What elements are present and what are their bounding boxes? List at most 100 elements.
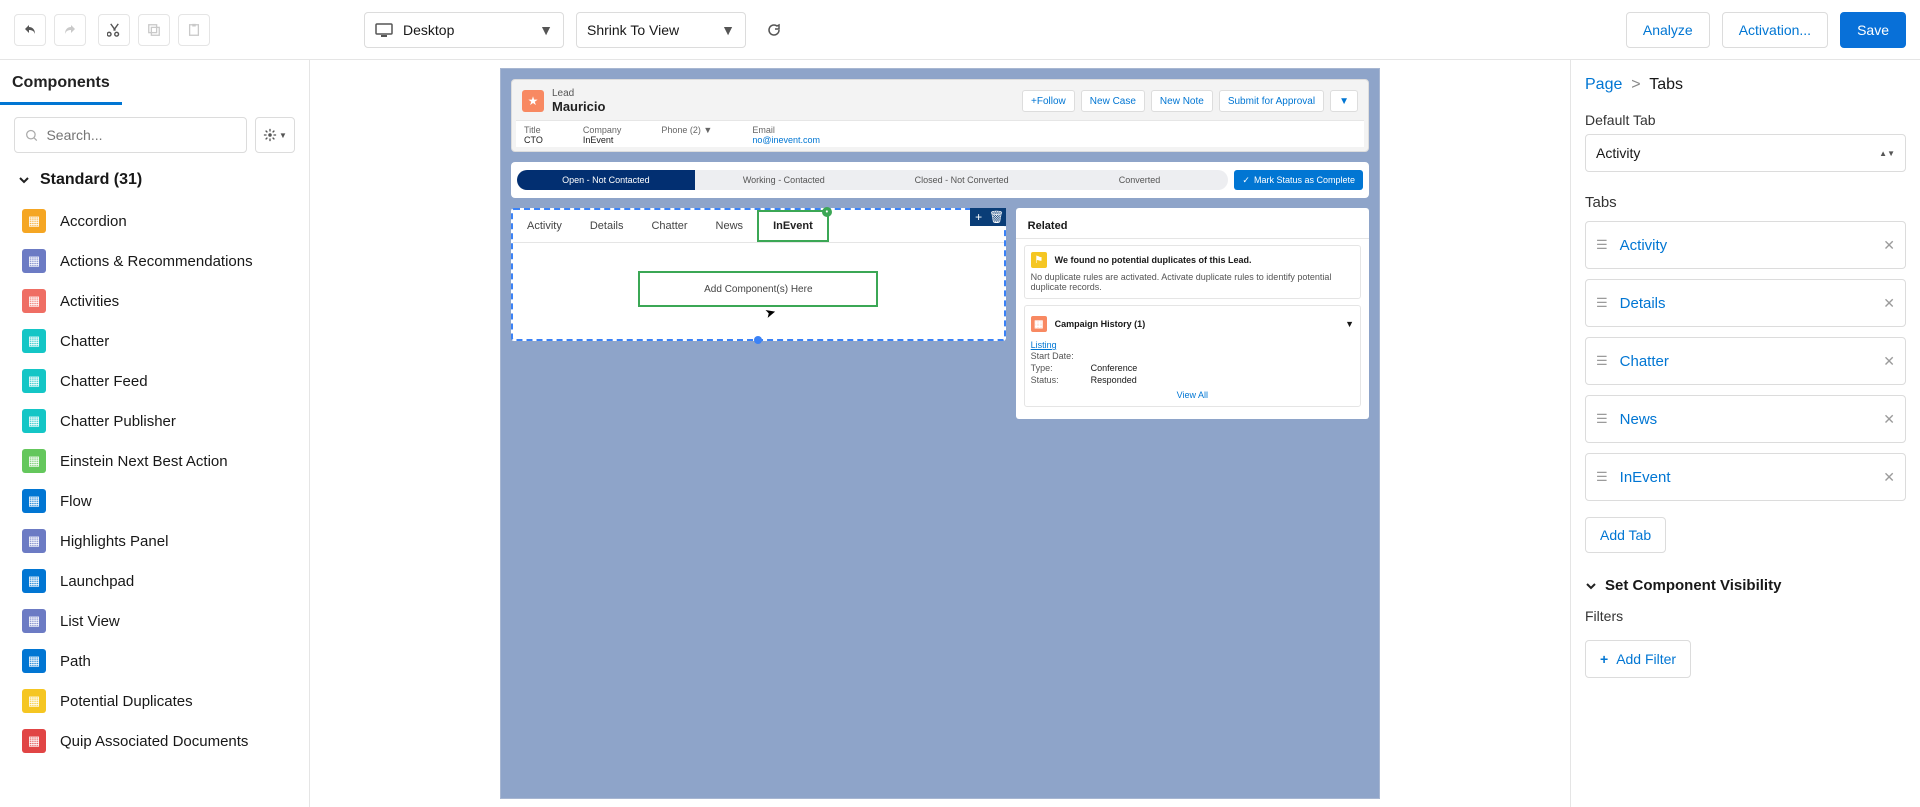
canvas-area: ★ Lead Mauricio + Follow New Case New No… — [310, 60, 1570, 807]
search-icon — [25, 128, 38, 143]
default-tab-label: Default Tab — [1585, 112, 1906, 128]
breadcrumb: Page > Tabs — [1585, 76, 1906, 94]
top-toolbar: Desktop ▼ Shrink To View ▼ Analyze Activ… — [0, 0, 1920, 60]
analyze-button[interactable]: Analyze — [1626, 12, 1710, 48]
gear-icon — [263, 128, 277, 142]
redo-button[interactable] — [54, 14, 86, 46]
components-tab[interactable]: Components — [0, 74, 122, 105]
related-tab[interactable]: Related — [1016, 214, 1369, 239]
remove-tab-button[interactable]: ✕ — [1883, 411, 1895, 428]
path-step[interactable]: Open - Not Contacted — [517, 170, 695, 190]
path-preview[interactable]: Open - Not Contacted Working - Contacted… — [511, 162, 1369, 198]
component-item[interactable]: ▦Accordion — [0, 201, 309, 241]
tab-chatter[interactable]: Chatter — [637, 212, 701, 240]
view-all-link[interactable]: View All — [1031, 386, 1354, 400]
highlights-panel-preview[interactable]: ★ Lead Mauricio + Follow New Case New No… — [511, 79, 1369, 152]
component-icon: ▦ — [22, 369, 46, 393]
drag-handle-icon[interactable]: ☰ — [1596, 353, 1608, 369]
standard-section-header[interactable]: Standard (31) — [0, 161, 309, 199]
component-item[interactable]: ▦Activities — [0, 281, 309, 321]
more-actions-button[interactable]: ▼ — [1330, 90, 1358, 112]
drop-zone[interactable]: Add Component(s) Here — [638, 271, 878, 307]
inspector-panel: Page > Tabs Default Tab Activity ▲▼ Tabs… — [1570, 60, 1920, 807]
drag-handle-icon[interactable]: ☰ — [1596, 237, 1608, 253]
drag-handle-icon[interactable]: ☰ — [1596, 295, 1608, 311]
record-name: Mauricio — [552, 99, 1014, 114]
drag-handle-icon[interactable]: ☰ — [1596, 411, 1608, 427]
add-region-button[interactable]: + — [970, 208, 988, 226]
drag-handle-icon[interactable]: ☰ — [1596, 469, 1608, 485]
device-select[interactable]: Desktop ▼ — [364, 12, 564, 48]
campaign-menu[interactable]: ▼ — [1345, 319, 1354, 329]
object-label: Lead — [552, 88, 1014, 99]
components-panel: Components ▼ Standard (31) ▦Accordion▦Ac… — [0, 60, 310, 807]
component-icon: ▦ — [22, 569, 46, 593]
dup-body-text: No duplicate rules are activated. Activa… — [1031, 272, 1354, 292]
submit-approval-button[interactable]: Submit for Approval — [1219, 90, 1324, 112]
component-item[interactable]: ▦Chatter Feed — [0, 361, 309, 401]
paste-button[interactable] — [178, 14, 210, 46]
settings-dropdown[interactable]: ▼ — [255, 117, 295, 153]
component-item[interactable]: ▦Einstein Next Best Action — [0, 441, 309, 481]
component-item[interactable]: ▦Actions & Recommendations — [0, 241, 309, 281]
related-list-preview[interactable]: Related ⚑We found no potential duplicate… — [1016, 208, 1369, 419]
listing-link[interactable]: Listing — [1031, 340, 1354, 350]
add-filter-button[interactable]: + Add Filter — [1585, 640, 1691, 678]
tab-inevent[interactable]: InEvent• — [757, 210, 829, 242]
component-item[interactable]: ▦Highlights Panel — [0, 521, 309, 561]
remove-tab-button[interactable]: ✕ — [1883, 469, 1895, 486]
new-case-button[interactable]: New Case — [1081, 90, 1145, 112]
breadcrumb-page-link[interactable]: Page — [1585, 76, 1622, 93]
component-icon: ▦ — [22, 489, 46, 513]
remove-tab-button[interactable]: ✕ — [1883, 295, 1895, 312]
tab-news[interactable]: News — [702, 212, 758, 240]
copy-button[interactable] — [138, 14, 170, 46]
zoom-select[interactable]: Shrink To View ▼ — [576, 12, 746, 48]
mark-complete-button[interactable]: ✓ Mark Status as Complete — [1234, 170, 1363, 190]
component-icon: ▦ — [22, 329, 46, 353]
component-item[interactable]: ▦Path — [0, 641, 309, 681]
warning-icon: ⚑ — [1031, 252, 1047, 268]
path-step[interactable]: Working - Contacted — [695, 170, 873, 190]
undo-button[interactable] — [14, 14, 46, 46]
visibility-section-header[interactable]: Set Component Visibility — [1585, 577, 1906, 594]
component-item[interactable]: ▦Chatter Publisher — [0, 401, 309, 441]
cut-button[interactable] — [98, 14, 130, 46]
component-item[interactable]: ▦Potential Duplicates — [0, 681, 309, 721]
path-step[interactable]: Converted — [1051, 170, 1229, 190]
delete-region-button[interactable]: 🗑 — [988, 208, 1006, 226]
remove-tab-button[interactable]: ✕ — [1883, 237, 1895, 254]
component-item[interactable]: ▦Flow — [0, 481, 309, 521]
activation-button[interactable]: Activation... — [1722, 12, 1828, 48]
component-icon: ▦ — [22, 289, 46, 313]
component-item[interactable]: ▦Launchpad — [0, 561, 309, 601]
save-button[interactable]: Save — [1840, 12, 1906, 48]
chevron-down-icon — [1585, 580, 1597, 592]
campaign-icon: ▦ — [1031, 316, 1047, 332]
search-input-wrap — [14, 117, 247, 153]
tabs-component[interactable]: Activity Details Chatter News InEvent• +… — [511, 208, 1006, 341]
remove-tab-button[interactable]: ✕ — [1883, 353, 1895, 370]
filters-label: Filters — [1585, 608, 1906, 624]
follow-button[interactable]: + Follow — [1022, 90, 1075, 112]
component-item[interactable]: ▦Quip Associated Documents — [0, 721, 309, 761]
component-item[interactable]: ▦Chatter — [0, 321, 309, 361]
tabs-section-label: Tabs — [1585, 194, 1906, 211]
component-icon: ▦ — [22, 249, 46, 273]
refresh-button[interactable] — [758, 14, 790, 46]
tab-tile[interactable]: ☰Chatter✕ — [1585, 337, 1906, 385]
tab-tile[interactable]: ☰News✕ — [1585, 395, 1906, 443]
tab-tile[interactable]: ☰Details✕ — [1585, 279, 1906, 327]
tab-activity[interactable]: Activity — [513, 212, 576, 240]
component-item[interactable]: ▦List View — [0, 601, 309, 641]
tab-tile[interactable]: ☰InEvent✕ — [1585, 453, 1906, 501]
tab-tile[interactable]: ☰Activity✕ — [1585, 221, 1906, 269]
component-icon: ▦ — [22, 729, 46, 753]
search-input[interactable] — [46, 127, 236, 143]
component-icon: ▦ — [22, 609, 46, 633]
new-note-button[interactable]: New Note — [1151, 90, 1213, 112]
path-step[interactable]: Closed - Not Converted — [873, 170, 1051, 190]
default-tab-select[interactable]: Activity ▲▼ — [1585, 134, 1906, 172]
add-tab-button[interactable]: Add Tab — [1585, 517, 1666, 553]
tab-details[interactable]: Details — [576, 212, 638, 240]
